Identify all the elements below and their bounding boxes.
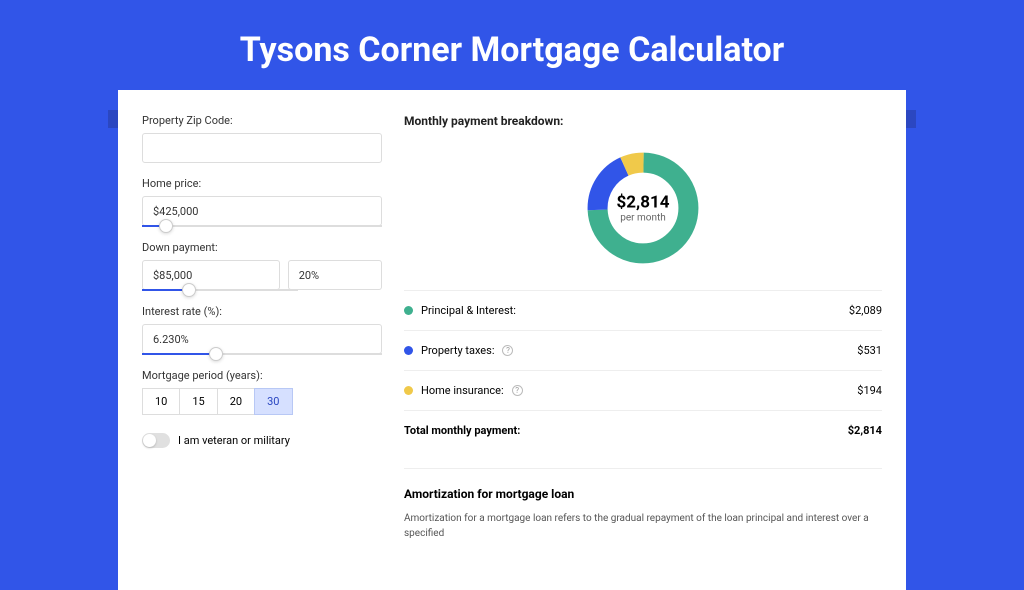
amortization-text: Amortization for a mortgage loan refers … xyxy=(404,511,882,541)
veteran-toggle[interactable] xyxy=(142,433,170,448)
breakdown-title: Monthly payment breakdown: xyxy=(404,114,882,128)
total-value: $2,814 xyxy=(848,424,882,437)
home-price-input[interactable] xyxy=(142,196,382,226)
home-price-label: Home price: xyxy=(142,177,382,190)
down-payment-slider[interactable] xyxy=(142,289,298,291)
period-30-button[interactable]: 30 xyxy=(254,388,292,415)
zip-label: Property Zip Code: xyxy=(142,114,382,127)
taxes-label: Property taxes: xyxy=(421,344,494,357)
dot-icon xyxy=(404,386,413,395)
divider xyxy=(404,290,882,291)
donut-sublabel: per month xyxy=(617,213,670,224)
down-payment-label: Down payment: xyxy=(142,241,382,254)
slider-thumb-icon[interactable] xyxy=(209,347,223,361)
calculator-card: Property Zip Code: Home price: Down paym… xyxy=(118,90,906,590)
interest-slider[interactable] xyxy=(142,353,382,355)
home-price-group: Home price: xyxy=(142,177,382,227)
results-panel: Monthly payment breakdown: $2,814 per mo… xyxy=(404,114,906,590)
period-15-button[interactable]: 15 xyxy=(179,388,217,415)
interest-input[interactable] xyxy=(142,324,382,354)
down-payment-pct-input[interactable] xyxy=(288,260,382,290)
zip-group: Property Zip Code: xyxy=(142,114,382,163)
donut-amount: $2,814 xyxy=(617,193,670,213)
breakdown-row-taxes: Property taxes: ? $531 xyxy=(404,335,882,366)
insurance-value: $194 xyxy=(857,384,882,397)
principal-value: $2,089 xyxy=(849,304,882,317)
donut-chart: $2,814 per month xyxy=(583,148,703,268)
info-icon[interactable]: ? xyxy=(502,345,513,356)
zip-input[interactable] xyxy=(142,133,382,163)
donut-chart-wrap: $2,814 per month xyxy=(404,140,882,286)
info-icon[interactable]: ? xyxy=(512,385,523,396)
page-title: Tysons Corner Mortgage Calculator xyxy=(0,0,1024,90)
period-20-button[interactable]: 20 xyxy=(217,388,255,415)
period-buttons: 10 15 20 30 xyxy=(142,388,382,415)
home-price-slider[interactable] xyxy=(142,225,382,227)
breakdown-row-insurance: Home insurance: ? $194 xyxy=(404,375,882,406)
veteran-row: I am veteran or military xyxy=(142,433,382,448)
period-group: Mortgage period (years): 10 15 20 30 xyxy=(142,369,382,415)
insurance-label: Home insurance: xyxy=(421,384,504,397)
breakdown-row-principal: Principal & Interest: $2,089 xyxy=(404,295,882,326)
interest-group: Interest rate (%): xyxy=(142,305,382,355)
dot-icon xyxy=(404,346,413,355)
breakdown-row-total: Total monthly payment: $2,814 xyxy=(404,415,882,446)
divider xyxy=(404,410,882,411)
amortization-section: Amortization for mortgage loan Amortizat… xyxy=(404,468,882,541)
down-payment-amount-input[interactable] xyxy=(142,260,280,290)
dot-icon xyxy=(404,306,413,315)
taxes-value: $531 xyxy=(857,344,882,357)
principal-label: Principal & Interest: xyxy=(421,304,516,317)
total-label: Total monthly payment: xyxy=(404,424,520,437)
toggle-knob-icon xyxy=(143,434,156,447)
down-payment-group: Down payment: xyxy=(142,241,382,291)
slider-thumb-icon[interactable] xyxy=(159,219,173,233)
slider-thumb-icon[interactable] xyxy=(182,283,196,297)
period-label: Mortgage period (years): xyxy=(142,369,382,382)
divider xyxy=(404,370,882,371)
amortization-title: Amortization for mortgage loan xyxy=(404,487,882,501)
veteran-label: I am veteran or military xyxy=(178,434,290,447)
form-panel: Property Zip Code: Home price: Down paym… xyxy=(142,114,382,590)
interest-label: Interest rate (%): xyxy=(142,305,382,318)
divider xyxy=(404,330,882,331)
period-10-button[interactable]: 10 xyxy=(142,388,180,415)
